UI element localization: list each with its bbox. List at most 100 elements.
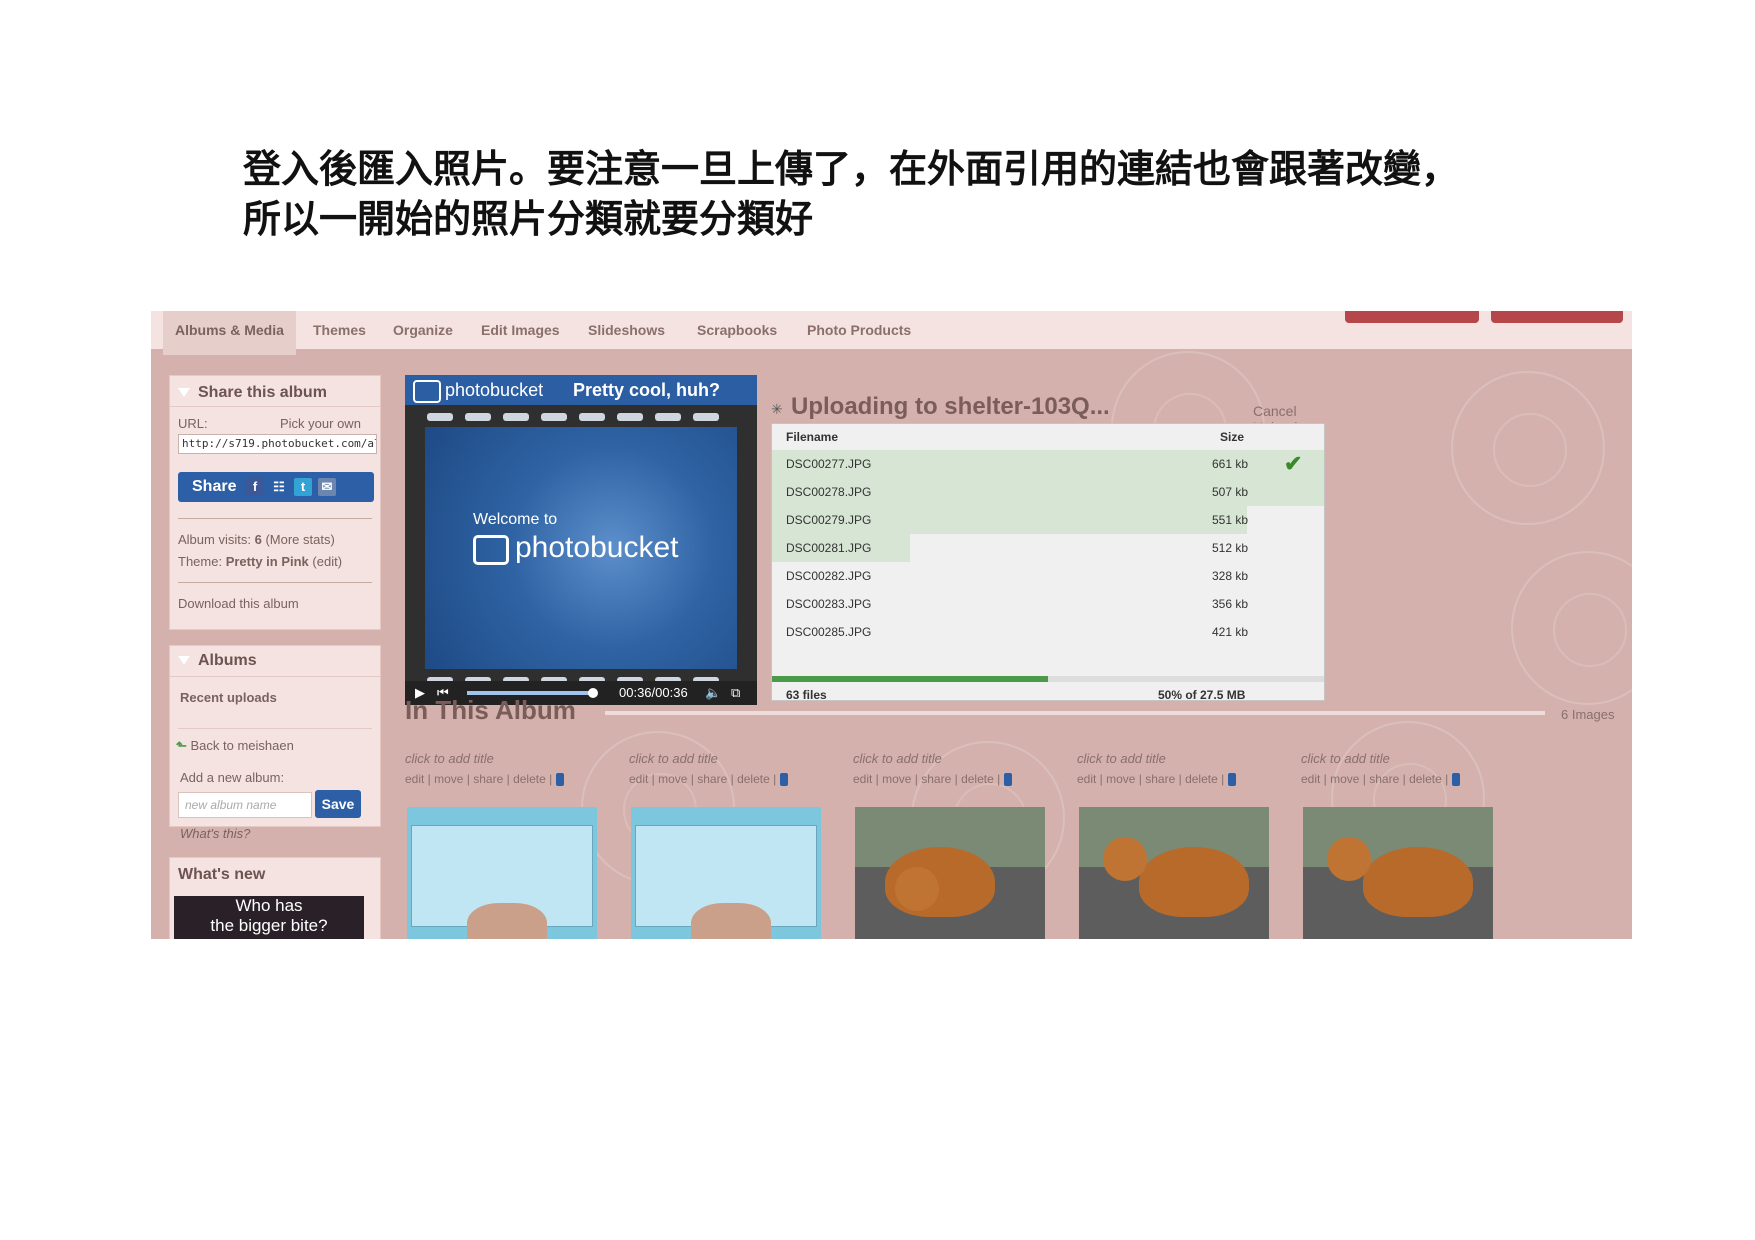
download-album-link[interactable]: Download this album (178, 596, 299, 611)
tab-organize[interactable]: Organize (393, 311, 453, 349)
facebook-icon[interactable]: f (246, 478, 264, 496)
album-heading: In This Album (405, 695, 576, 725)
hand (691, 903, 771, 939)
back-to-parent-link[interactable]: ⬑ Back to meishaen (176, 738, 294, 754)
camera-logo-icon (473, 535, 509, 565)
mobile-phone-icon[interactable] (1003, 773, 1012, 787)
whats-this-link[interactable]: What's this? (180, 826, 250, 841)
dog-photo-thumbnail[interactable] (1303, 807, 1493, 939)
video-brand: photobucket (445, 380, 544, 400)
upload-row: DSC00282.JPG 328 kb (772, 562, 1324, 590)
upload-row: DSC00277.JPG 661 kb ✔ (772, 450, 1324, 478)
item-action-links[interactable]: edit | move | share | delete | (405, 772, 556, 786)
dog-head (1327, 837, 1371, 881)
caption-line-1: 登入後匯入照片。要注意一旦上傳了，在外面引用的連結也會跟著改變， (243, 147, 1460, 191)
tab-edit-images[interactable]: Edit Images (481, 311, 560, 349)
tab-photo-products[interactable]: Photo Products (807, 311, 911, 349)
document-photo-thumbnail[interactable] (631, 807, 821, 939)
back-arrow-icon: ⬑ (176, 738, 187, 753)
document-photo-thumbnail[interactable] (407, 807, 597, 939)
add-title-link[interactable]: click to add title (1301, 751, 1501, 766)
twitter-icon[interactable]: t (294, 478, 312, 496)
volume-icon[interactable]: 🔈 (705, 681, 721, 705)
share-panel-heading: Share this album (178, 384, 327, 402)
video-frame[interactable]: Welcome to photobucket (425, 427, 737, 669)
item-actions[interactable]: edit | move | share | delete | (629, 772, 829, 787)
album-visits: Album visits: 6 (More stats) (178, 532, 335, 547)
dog-photo-thumbnail[interactable] (1079, 807, 1269, 939)
tab-slideshows[interactable]: Slideshows (588, 311, 665, 349)
email-icon[interactable]: ✉ (318, 478, 336, 496)
back-label: Back to meishaen (190, 738, 294, 753)
upload-filename: DSC00279.JPG (786, 513, 872, 527)
item-actions[interactable]: edit | move | share | delete | (405, 772, 605, 787)
item-action-links[interactable]: edit | move | share | delete | (1301, 772, 1452, 786)
dog-body (1139, 847, 1249, 917)
theme-edit-link[interactable]: (edit) (312, 554, 342, 569)
upload-filesize: 328 kb (1212, 569, 1249, 583)
tab-scrapbooks[interactable]: Scrapbooks (697, 311, 777, 349)
video-seek-handle[interactable] (588, 688, 598, 698)
mobile-phone-icon[interactable] (1227, 773, 1236, 787)
add-title-link[interactable]: click to add title (853, 751, 1053, 766)
albums-panel-heading: Albums (178, 652, 257, 670)
hand (467, 903, 547, 939)
new-album-input[interactable]: new album name (178, 792, 312, 818)
mobile-phone-icon[interactable] (555, 773, 564, 787)
upload-title: Uploading to shelter-103Q... (791, 393, 1110, 420)
dog-photo-thumbnail[interactable] (855, 807, 1045, 939)
recent-uploads-link[interactable]: Recent uploads (180, 690, 277, 705)
video-player[interactable]: photobucket Pretty cool, huh? Welcome to… (405, 375, 757, 705)
album-item: click to add title edit | move | share | … (629, 751, 829, 939)
visits-count: 6 (254, 532, 262, 547)
share-album-panel: Share this album URL: Pick your own http… (169, 375, 381, 630)
item-action-links[interactable]: edit | move | share | delete | (853, 772, 1004, 786)
upload-filesize: 661 kb (1212, 457, 1249, 471)
mobile-phone-icon[interactable] (779, 773, 788, 787)
upload-filesize: 512 kb (1212, 541, 1249, 555)
upload-filename: DSC00282.JPG (786, 569, 872, 583)
add-title-link[interactable]: click to add title (629, 751, 829, 766)
film-sprocket (655, 413, 681, 421)
pick-your-own-link[interactable]: Pick your own (280, 416, 361, 431)
collapse-triangle-icon[interactable] (178, 388, 190, 398)
upload-filesize: 356 kb (1212, 597, 1249, 611)
item-action-links[interactable]: edit | move | share | delete | (629, 772, 780, 786)
tab-albums-media[interactable]: Albums & Media (163, 311, 296, 355)
item-actions[interactable]: edit | move | share | delete | (853, 772, 1053, 787)
tab-themes[interactable]: Themes (313, 311, 366, 349)
upload-file-table: Filename Size DSC00277.JPG 661 kb ✔ DSC0027… (771, 423, 1325, 702)
upload-filename: DSC00285.JPG (786, 625, 872, 639)
popout-icon[interactable]: ⧉ (731, 681, 740, 705)
item-action-links[interactable]: edit | move | share | delete | (1077, 772, 1228, 786)
welcome-text: Welcome to (473, 511, 558, 528)
header-button[interactable] (1491, 311, 1623, 323)
upload-row: DSC00281.JPG 512 kb (772, 534, 1324, 562)
save-album-button[interactable]: Save (315, 790, 361, 818)
item-actions[interactable]: edit | move | share | delete | (1301, 772, 1501, 787)
filename-column-header: Filename (786, 430, 839, 444)
myspace-icon[interactable]: ☷ (270, 478, 288, 496)
film-sprocket (693, 413, 719, 421)
add-title-link[interactable]: click to add title (1077, 751, 1277, 766)
share-button[interactable]: Share f ☷ t ✉ (178, 472, 374, 502)
upload-filesize: 421 kb (1212, 625, 1249, 639)
whats-new-promo[interactable]: Who has the bigger bite? (174, 896, 364, 939)
album-url-field[interactable]: http://s719.photobucket.com/albu (178, 434, 377, 454)
share-label: Share (192, 478, 237, 495)
collapse-triangle-icon[interactable] (178, 656, 190, 666)
more-stats-link[interactable]: (More stats) (265, 532, 334, 547)
whats-new-heading: What's new (178, 866, 266, 883)
film-sprocket (579, 413, 605, 421)
mobile-phone-icon[interactable] (1451, 773, 1460, 787)
add-title-link[interactable]: click to add title (405, 751, 605, 766)
add-album-label: Add a new album: (180, 770, 285, 785)
albums-panel-title: Albums (198, 652, 257, 669)
upload-table-header: Filename Size (772, 424, 1324, 448)
item-actions[interactable]: edit | move | share | delete | (1077, 772, 1277, 787)
upload-row: DSC00285.JPG 421 kb (772, 618, 1324, 646)
header-button[interactable] (1345, 311, 1479, 323)
upload-row: DSC00283.JPG 356 kb (772, 590, 1324, 618)
film-sprocket (465, 413, 491, 421)
album-item: click to add title edit | move | share | … (405, 751, 605, 939)
